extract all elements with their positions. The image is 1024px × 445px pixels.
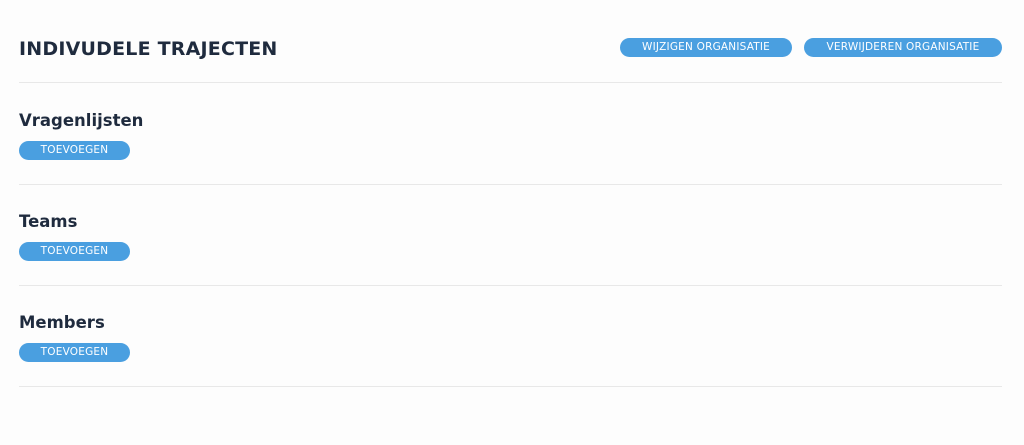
section-members: Members TOEVOEGEN [19, 285, 1002, 387]
section-title: Members [19, 313, 105, 332]
section-vragenlijsten: Vragenlijsten TOEVOEGEN [19, 83, 1002, 185]
section-teams: Teams TOEVOEGEN [19, 184, 1002, 286]
delete-organization-button[interactable]: VERWIJDEREN ORGANISATIE [804, 38, 1002, 57]
add-team-button[interactable]: TOEVOEGEN [19, 242, 130, 261]
edit-organization-button[interactable]: WIJZIGEN ORGANISATIE [620, 38, 792, 57]
section-title: Vragenlijsten [19, 111, 144, 130]
page: INDIVUDELE TRAJECTEN WIJZIGEN ORGANISATI… [0, 0, 1024, 445]
add-member-button[interactable]: TOEVOEGEN [19, 343, 130, 362]
add-vragenlijst-button[interactable]: TOEVOEGEN [19, 141, 130, 160]
page-header: INDIVUDELE TRAJECTEN WIJZIGEN ORGANISATI… [19, 0, 1002, 83]
page-title: INDIVUDELE TRAJECTEN [19, 38, 278, 60]
section-title: Teams [19, 212, 78, 231]
